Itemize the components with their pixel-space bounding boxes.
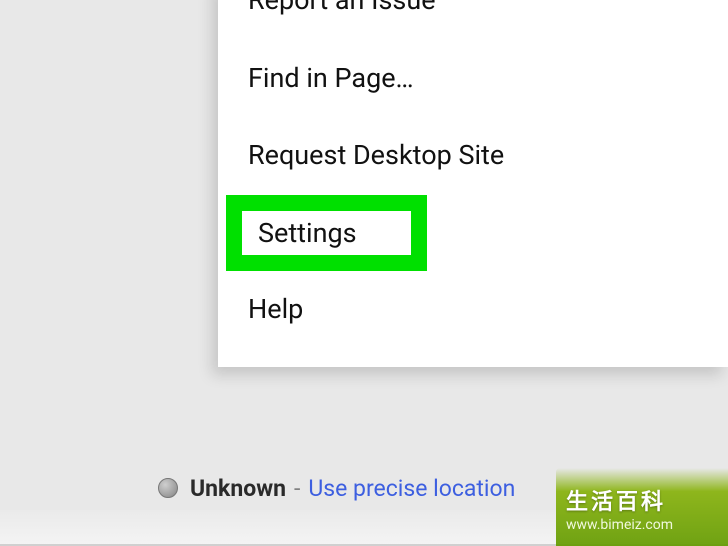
watermark-badge: 生活百科 www.bimeiz.com	[556, 468, 728, 546]
menu-item-label: Help	[248, 293, 303, 325]
overflow-menu-panel: Report an Issue Find in Page… Request De…	[218, 0, 728, 367]
menu-item-label: Request Desktop Site	[248, 139, 504, 171]
menu-item-label: Settings	[258, 217, 357, 249]
menu-item-settings[interactable]: Settings	[226, 195, 427, 271]
watermark-title: 生活百科	[566, 484, 718, 516]
location-separator: -	[294, 475, 300, 502]
menu-item-label: Report an Issue	[248, 0, 436, 16]
menu-item-find-in-page[interactable]: Find in Page…	[218, 40, 728, 118]
menu-item-request-desktop[interactable]: Request Desktop Site	[218, 117, 728, 195]
watermark-url: www.bimeiz.com	[566, 517, 718, 533]
menu-item-label: Find in Page…	[248, 62, 414, 94]
location-status-text: Unknown	[190, 475, 286, 502]
menu-item-help[interactable]: Help	[218, 271, 728, 349]
highlighted-menu-item: Settings	[226, 195, 427, 271]
use-precise-location-link[interactable]: Use precise location	[308, 475, 515, 502]
menu-item-report-issue[interactable]: Report an Issue	[218, 0, 728, 40]
location-dot-icon	[158, 478, 178, 498]
